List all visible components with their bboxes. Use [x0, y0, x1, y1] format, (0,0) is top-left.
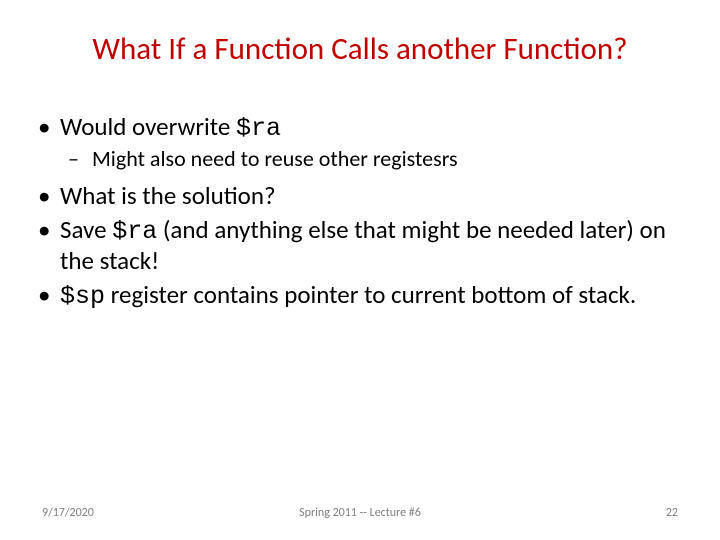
- bullet-3-text-pre: Save: [60, 214, 112, 245]
- bullet-list: Would overwrite $ra Might also need to r…: [36, 112, 684, 311]
- bullet-4-code: $sp: [60, 282, 105, 311]
- footer-date: 9/17/2020: [42, 506, 94, 520]
- bullet-1-code: $ra: [236, 114, 281, 143]
- bullet-4-text-post: register contains pointer to current bot…: [105, 279, 636, 310]
- slide-footer: 9/17/2020 Spring 2011 -- Lecture #6 22: [0, 506, 720, 520]
- slide: What If a Function Calls another Functio…: [0, 0, 720, 540]
- bullet-1-text-pre: Would overwrite: [60, 111, 236, 142]
- sub-bullet-1: Might also need to reuse other registesr…: [92, 146, 684, 172]
- footer-center: Spring 2011 -- Lecture #6: [299, 506, 421, 520]
- slide-title: What If a Function Calls another Functio…: [36, 30, 684, 68]
- bullet-item-4: $sp register contains pointer to current…: [60, 280, 684, 312]
- bullet-item-3: Save $ra (and anything else that might b…: [60, 215, 684, 276]
- bullet-item-1: Would overwrite $ra Might also need to r…: [60, 112, 684, 171]
- footer-page-number: 22: [666, 506, 678, 520]
- bullet-3-code: $ra: [112, 217, 157, 246]
- sub-bullet-list: Might also need to reuse other registesr…: [60, 146, 684, 172]
- bullet-item-2: What is the solution?: [60, 181, 684, 211]
- slide-body: Would overwrite $ra Might also need to r…: [36, 112, 684, 311]
